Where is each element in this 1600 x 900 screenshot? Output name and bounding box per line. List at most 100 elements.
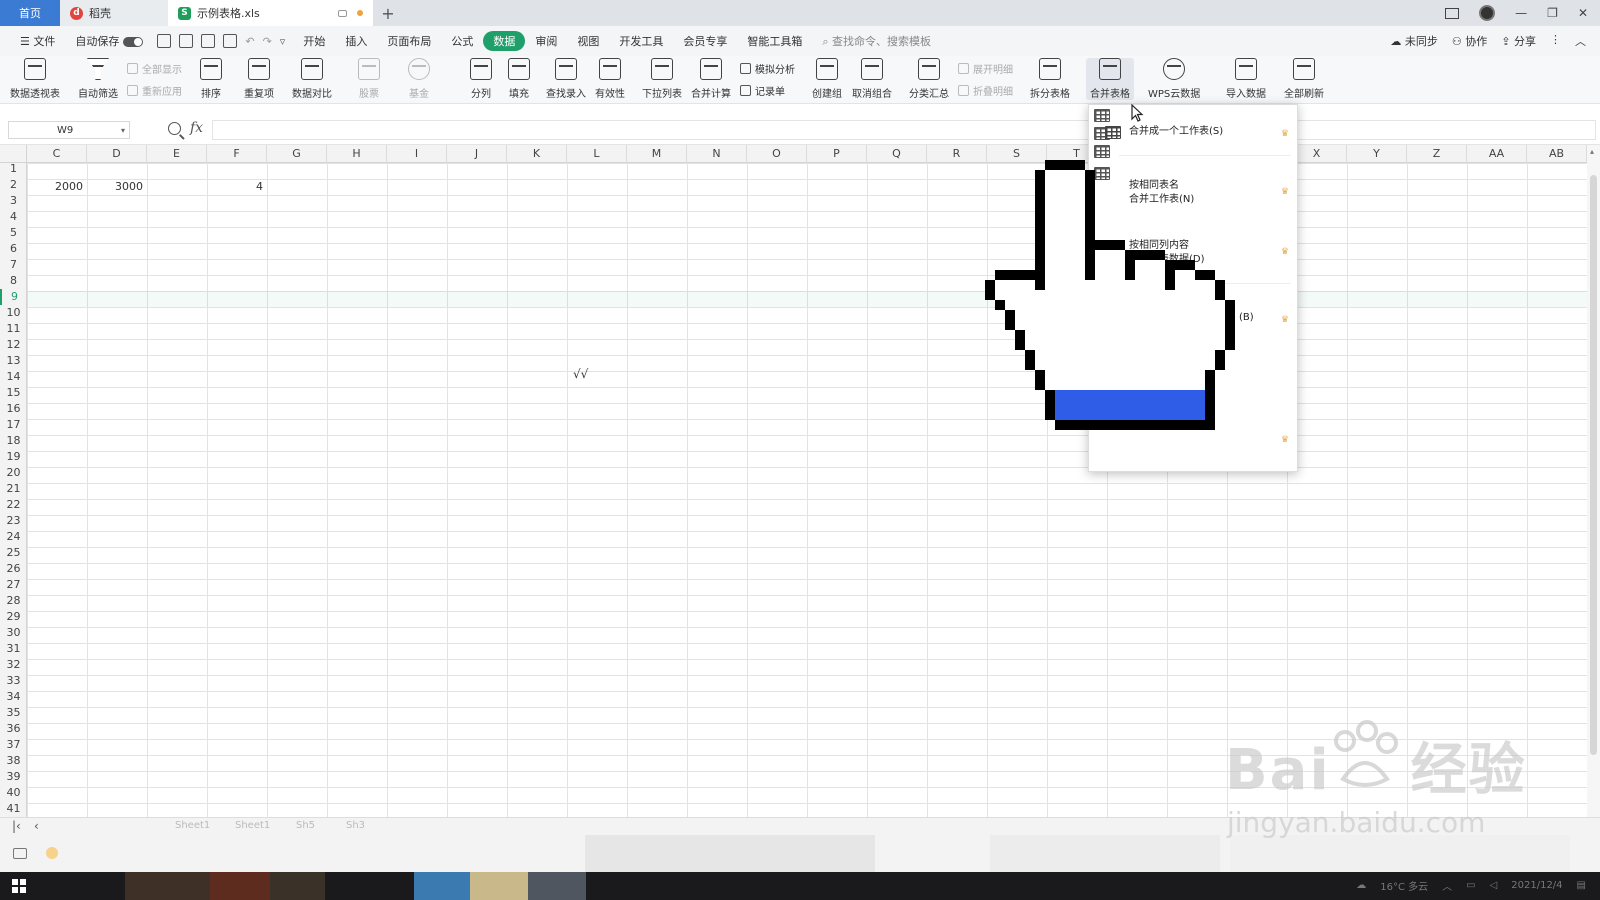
file-menu[interactable]: ☰ 文件: [10, 33, 65, 49]
save-icon[interactable]: [157, 34, 172, 48]
row-header-37[interactable]: 37: [0, 737, 27, 753]
menu-tab-developer[interactable]: 开发工具: [609, 33, 673, 49]
scrollbar-thumb[interactable]: [1590, 175, 1597, 755]
row-header-8[interactable]: 8: [0, 273, 27, 289]
row-header-18[interactable]: 18: [0, 433, 27, 449]
clock[interactable]: 2021/12/4: [1511, 880, 1562, 892]
column-header-y[interactable]: Y: [1347, 145, 1407, 163]
row-header-41[interactable]: 41: [0, 801, 27, 817]
show-all-button[interactable]: 全部显示: [127, 61, 182, 76]
row-header-14[interactable]: 14: [0, 369, 27, 385]
share-button[interactable]: ⇪ 分享: [1501, 33, 1536, 49]
row-header-36[interactable]: 36: [0, 721, 27, 737]
row-header-34[interactable]: 34: [0, 689, 27, 705]
column-header-g[interactable]: G: [267, 145, 327, 163]
macro-record-icon[interactable]: [13, 848, 27, 859]
quick-access-more-icon[interactable]: ▿: [280, 35, 286, 48]
tab-file[interactable]: S 示例表格.xls: [168, 0, 373, 26]
print-preview-icon[interactable]: [223, 34, 238, 48]
dropdown-list-button[interactable]: 下拉列表: [642, 58, 682, 100]
restore-icon[interactable]: ❐: [1547, 6, 1558, 20]
column-header-d[interactable]: D: [87, 145, 147, 163]
menu-tab-member[interactable]: 会员专享: [673, 33, 737, 49]
row-header-31[interactable]: 31: [0, 641, 27, 657]
row-header-25[interactable]: 25: [0, 545, 27, 561]
reapply-button[interactable]: 重新应用: [127, 83, 182, 98]
print-icon[interactable]: [201, 34, 216, 48]
first-sheet-icon[interactable]: |‹: [12, 819, 21, 833]
row-header-5[interactable]: 5: [0, 225, 27, 241]
row-header-21[interactable]: 21: [0, 481, 27, 497]
notification-icon[interactable]: ▤: [1577, 880, 1586, 891]
row-header-29[interactable]: 29: [0, 609, 27, 625]
column-header-r[interactable]: R: [927, 145, 987, 163]
row-header-27[interactable]: 27: [0, 577, 27, 593]
taskbar-app[interactable]: [414, 872, 470, 900]
column-header-j[interactable]: J: [447, 145, 507, 163]
validity-button[interactable]: 有效性: [595, 58, 625, 100]
menu-tab-smart-tools[interactable]: 智能工具箱: [737, 33, 812, 49]
function-icon[interactable]: fx: [190, 120, 203, 136]
taskbar-app[interactable]: [270, 872, 325, 900]
row-header-1[interactable]: 1: [0, 161, 27, 177]
redo-icon[interactable]: ↷: [263, 35, 272, 48]
column-header-f[interactable]: F: [207, 145, 267, 163]
row-header-33[interactable]: 33: [0, 673, 27, 689]
menu-tab-insert[interactable]: 插入: [335, 33, 377, 49]
fill-button[interactable]: 填充: [508, 58, 530, 100]
column-header-q[interactable]: Q: [867, 145, 927, 163]
wps-cloud-button[interactable]: WPS云数据: [1148, 58, 1200, 100]
row-header-32[interactable]: 32: [0, 657, 27, 673]
cell-F2[interactable]: 4: [207, 179, 265, 195]
row-header-17[interactable]: 17: [0, 417, 27, 433]
sheet-tab[interactable]: Sheet1: [175, 820, 210, 831]
row-header-12[interactable]: 12: [0, 337, 27, 353]
row-header-2[interactable]: 2: [0, 177, 27, 193]
cell-D2[interactable]: 3000: [87, 179, 145, 195]
avatar[interactable]: [1479, 5, 1496, 21]
row-header-16[interactable]: 16: [0, 401, 27, 417]
row-header-13[interactable]: 13: [0, 353, 27, 369]
column-header-i[interactable]: I: [387, 145, 447, 163]
row-header-10[interactable]: 10: [0, 305, 27, 321]
column-header-o[interactable]: O: [747, 145, 807, 163]
row-header-38[interactable]: 38: [0, 753, 27, 769]
row-header-35[interactable]: 35: [0, 705, 27, 721]
column-header-p[interactable]: P: [807, 145, 867, 163]
row-header-28[interactable]: 28: [0, 593, 27, 609]
column-header-z[interactable]: Z: [1407, 145, 1467, 163]
close-icon[interactable]: ✕: [1578, 6, 1588, 20]
column-header-l[interactable]: L: [567, 145, 627, 163]
minimize-icon[interactable]: —: [1515, 6, 1527, 20]
row-header-24[interactable]: 24: [0, 529, 27, 545]
import-data-button[interactable]: 导入数据: [1226, 58, 1266, 100]
collapse-ribbon-icon[interactable]: ︿: [1575, 33, 1586, 49]
menu-tab-page-layout[interactable]: 页面布局: [377, 33, 441, 49]
more-icon[interactable]: ⋮: [1550, 33, 1561, 49]
tab-restore-icon[interactable]: [338, 9, 347, 17]
merge-table-button[interactable]: 合并表格: [1086, 58, 1134, 100]
stock-button[interactable]: 股票: [358, 58, 380, 100]
column-header-aa[interactable]: AA: [1467, 145, 1527, 163]
row-header-19[interactable]: 19: [0, 449, 27, 465]
command-search[interactable]: ⌕ 查找命令、搜索模板: [812, 33, 941, 49]
vertical-scrollbar[interactable]: ▴: [1587, 145, 1600, 817]
tab-docer[interactable]: d 稻壳: [60, 0, 168, 26]
name-box[interactable]: W9 ▾: [8, 121, 130, 139]
row-header-6[interactable]: 6: [0, 241, 27, 257]
collapse-detail-button[interactable]: 折叠明细: [958, 83, 1013, 98]
sync-status[interactable]: ☁ 未同步: [1390, 33, 1438, 49]
row-header-7[interactable]: 7: [0, 257, 27, 273]
menu-tab-formula[interactable]: 公式: [441, 33, 483, 49]
zoom-icon[interactable]: [168, 122, 181, 135]
column-header-e[interactable]: E: [147, 145, 207, 163]
lookup-entry-button[interactable]: 查找录入: [546, 58, 586, 100]
row-header-9[interactable]: 9: [0, 289, 27, 305]
weather-label[interactable]: 16°C 多云: [1380, 878, 1428, 893]
export-icon[interactable]: [179, 34, 194, 48]
autosave-toggle[interactable]: 自动保存: [65, 33, 153, 49]
column-header-n[interactable]: N: [687, 145, 747, 163]
windows-start-icon[interactable]: [12, 879, 26, 893]
row-header-23[interactable]: 23: [0, 513, 27, 529]
row-header-30[interactable]: 30: [0, 625, 27, 641]
